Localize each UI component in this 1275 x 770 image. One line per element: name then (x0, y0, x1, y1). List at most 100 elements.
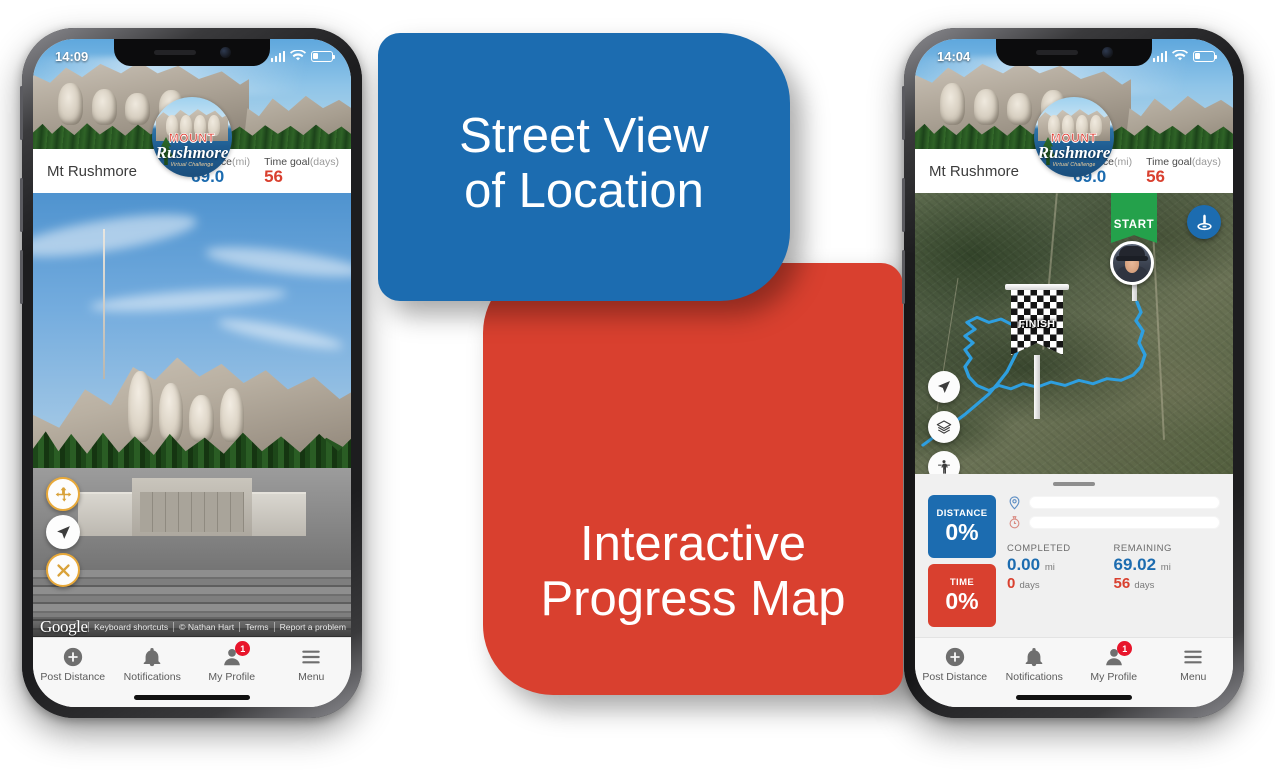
bell-icon (1023, 645, 1046, 668)
monument-pin-icon[interactable] (1187, 205, 1221, 239)
remaining-distance-value: 69.02 (1113, 555, 1157, 574)
completed-days-unit: days (1019, 580, 1040, 592)
copyright-link[interactable]: © Nathan Hart (173, 622, 239, 632)
tab-my-profile[interactable]: 1 My Profile (192, 641, 272, 683)
distance-progress-row (1007, 495, 1220, 510)
tab-menu[interactable]: Menu (272, 645, 352, 683)
completed-distance-value: 0.00 (1007, 555, 1041, 574)
battery-icon (311, 50, 336, 62)
wifi-icon (1172, 50, 1188, 61)
profile-notification-badge: 1 (235, 641, 251, 656)
remaining-days-value: 56 (1113, 575, 1131, 593)
map-pin-icon (1009, 496, 1020, 510)
hamburger-icon (300, 645, 323, 668)
tab-notifications-label-2: Notifications (1005, 671, 1063, 683)
distance-progress-badge: DISTANCE 0% (928, 495, 996, 558)
start-flag-label: START (1111, 193, 1157, 243)
metric-distance-unit-2: (mi) (1114, 156, 1133, 169)
panel-drag-handle[interactable] (1053, 482, 1095, 486)
metric-time-goal-unit: (days) (309, 156, 339, 169)
challenge-logo-badge: MOUNT Rushmore Virtual Challenge (152, 97, 232, 177)
tab-my-profile-label: My Profile (208, 671, 256, 683)
plus-circle-icon (943, 645, 966, 668)
bottom-tab-bar-2: Post Distance Notifications 1 My Profile… (915, 637, 1233, 687)
challenge-logo-badge-2: MOUNT Rushmore Virtual Challenge (1034, 97, 1114, 177)
phone-right-screen: MOUNT Rushmore Virtual Challenge Mt Rush… (915, 39, 1233, 707)
tab-post-distance[interactable]: Post Distance (33, 645, 113, 683)
distance-badge-label: DISTANCE (936, 507, 988, 519)
tab-my-profile-2[interactable]: 1 My Profile (1074, 641, 1154, 683)
distance-progress-bar (1029, 496, 1220, 509)
time-progress-row (1007, 515, 1220, 530)
logo-main-text-2: Rushmore (1037, 143, 1111, 162)
battery-icon (1193, 50, 1218, 62)
callout-red-line1: Interactive (579, 517, 807, 572)
challenge-location-name: Mt Rushmore (47, 162, 138, 180)
navigate-arrow-icon[interactable] (928, 371, 960, 403)
tab-menu-2[interactable]: Menu (1154, 645, 1234, 683)
device-notch (114, 39, 270, 66)
remaining-heading: REMAINING (1113, 543, 1172, 554)
tab-notifications-label: Notifications (123, 671, 181, 683)
route-path (921, 300, 1147, 447)
map-layers-icon[interactable] (928, 411, 960, 443)
logo-sub-text: Virtual Challenge (170, 162, 214, 168)
callout-blue-line2: of Location (464, 164, 704, 218)
remaining-stats: REMAINING 69.02 mi 56 days (1114, 543, 1221, 594)
callout-street-view: Street View of Location (378, 33, 790, 301)
time-progress-badge: TIME 0% (928, 564, 996, 627)
completed-heading: COMPLETED (1007, 543, 1071, 554)
stopwatch-icon (1009, 516, 1020, 529)
keyboard-shortcuts-link[interactable]: Keyboard shortcuts (88, 622, 173, 632)
wifi-icon (290, 50, 306, 61)
cellular-signal-icon (270, 50, 285, 62)
terms-link[interactable]: Terms (239, 622, 273, 632)
person-icon: 1 (220, 641, 251, 668)
street-view-panorama[interactable]: Google Keyboard shortcuts © Nathan Hart … (33, 193, 351, 637)
remaining-distance-unit: mi (1160, 562, 1171, 573)
metric-time-goal-unit-2: (days) (1191, 156, 1221, 169)
pan-move-icon[interactable] (46, 477, 80, 511)
time-badge-label: TIME (949, 576, 975, 588)
bell-icon (141, 645, 164, 668)
metric-time-goal-value: 56 (264, 167, 284, 187)
finish-flag-marker[interactable]: FINISH (1005, 284, 1069, 419)
tab-my-profile-label-2: My Profile (1090, 671, 1138, 683)
time-progress-bar (1029, 516, 1220, 529)
close-x-icon[interactable] (46, 553, 80, 587)
phone-left-streetview: MOUNT Rushmore Virtual Challenge Mt Rush… (20, 28, 362, 718)
tab-post-distance-label-2: Post Distance (922, 671, 988, 683)
home-indicator (33, 687, 351, 707)
metric-distance-unit: (mi) (232, 156, 251, 169)
cellular-signal-icon (1152, 50, 1167, 62)
home-indicator-2 (915, 687, 1233, 707)
finish-flag-label: FINISH (1018, 318, 1056, 331)
challenge-location-name-2: Mt Rushmore (929, 162, 1020, 180)
metric-time-goal: Time goal(days) 56 (264, 156, 339, 186)
metric-time-goal-2: Time goal(days) 56 (1146, 156, 1221, 186)
tab-menu-label: Menu (298, 671, 325, 683)
bottom-tab-bar: Post Distance Notifications 1 My Profile… (33, 637, 351, 687)
person-icon: 1 (1102, 641, 1133, 668)
progress-panel: DISTANCE 0% TIME 0% COMPLETED 0.00 mi 0 … (915, 474, 1233, 637)
time-badge-percent: 0% (945, 587, 979, 614)
tab-post-distance-label: Post Distance (40, 671, 106, 683)
progress-map[interactable]: START FINISH (915, 193, 1233, 474)
completed-distance-unit: mi (1044, 562, 1055, 573)
callout-interactive-progress-map: Interactive Progress Map (483, 263, 903, 695)
remaining-days-unit: days (1134, 580, 1155, 592)
tab-post-distance-2[interactable]: Post Distance (915, 645, 995, 683)
promo-composition: MOUNT Rushmore Virtual Challenge Mt Rush… (0, 0, 1275, 770)
tab-notifications[interactable]: Notifications (113, 645, 193, 683)
status-time: 14:09 (55, 48, 89, 64)
report-problem-link[interactable]: Report a problem (273, 622, 351, 632)
avatar[interactable] (1110, 241, 1154, 285)
tab-menu-label-2: Menu (1180, 671, 1207, 683)
distance-badge-percent: 0% (945, 518, 979, 545)
tab-notifications-2[interactable]: Notifications (995, 645, 1075, 683)
plus-circle-icon (61, 645, 84, 668)
metric-time-goal-value-2: 56 (1146, 167, 1166, 187)
completed-days-value: 0 (1007, 575, 1016, 593)
navigate-arrow-icon[interactable] (46, 515, 80, 549)
callout-blue-line1: Street View (459, 109, 709, 164)
